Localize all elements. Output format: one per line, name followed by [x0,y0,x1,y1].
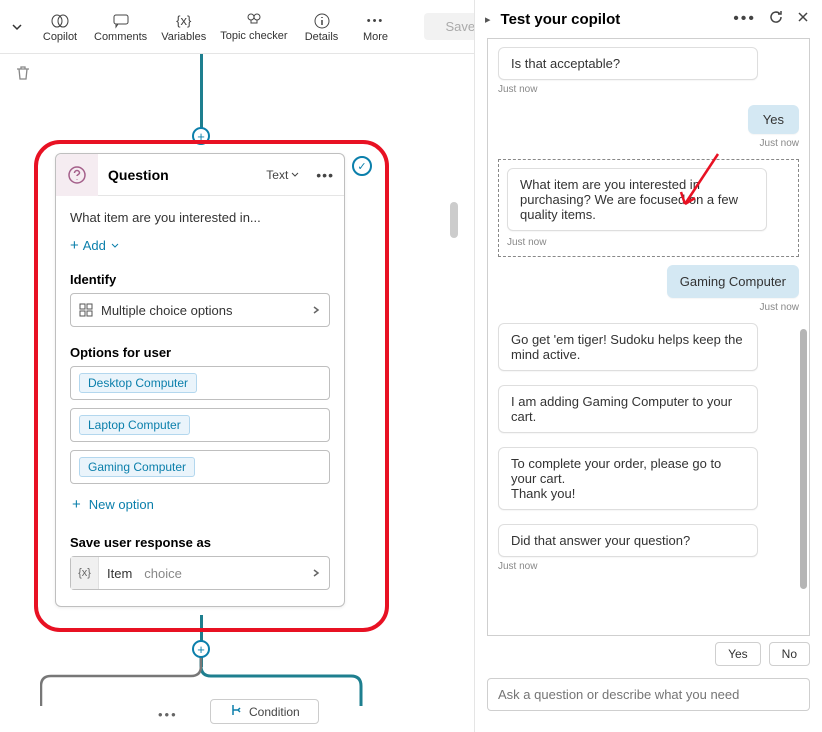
identify-selector[interactable]: Multiple choice options [70,293,330,327]
option-badge: Laptop Computer [79,415,190,435]
back-chevron[interactable] [8,21,26,33]
node-more-icon[interactable]: ••• [158,707,178,722]
copilot-button[interactable]: Copilot [40,11,80,43]
validation-check-icon: ✓ [352,156,372,176]
bot-message: To complete your order, please go to you… [498,447,758,510]
panel-title: Test your copilot [501,11,724,28]
options-label: Options for user [70,345,330,360]
user-message: Gaming Computer [667,265,799,298]
copilot-icon [51,11,69,31]
details-label: Details [305,31,339,43]
comments-label: Comments [94,31,147,43]
question-icon [56,154,98,196]
bot-message: What item are you interested in purchasi… [507,168,767,231]
timestamp: Just now [498,84,799,95]
panel-more-icon[interactable]: ••• [731,8,758,30]
test-panel: ▸ Test your copilot ••• Is that acceptab… [474,0,822,732]
option-badge: Desktop Computer [79,373,197,393]
more-label: More [363,31,388,43]
scrollbar-vertical[interactable] [450,202,458,238]
question-more-icon[interactable]: ••• [306,167,344,183]
option-item[interactable]: Laptop Computer [70,408,330,442]
question-type-selector[interactable]: Text [260,168,306,182]
question-node[interactable]: Question Text ••• What item are you inte… [55,153,345,607]
variable-selector[interactable]: {x} Item choice [70,556,330,590]
condition-node[interactable]: Condition [210,699,319,724]
option-item[interactable]: Gaming Computer [70,450,330,484]
chevron-right-icon [311,303,321,318]
bot-message: Go get 'em tiger! Sudoku helps keep the … [498,323,758,371]
flow-branch [40,656,370,706]
trace-group: What item are you interested in purchasi… [498,159,799,257]
variables-label: Variables [161,31,206,43]
trash-icon[interactable] [14,64,32,87]
variable-name: Item [99,566,140,581]
suggested-replies: Yes No [475,636,822,672]
identify-value: Multiple choice options [101,303,233,318]
flow-line [200,54,203,132]
bot-message: Is that acceptable? [498,47,758,80]
copilot-label: Copilot [43,31,77,43]
details-icon [313,11,331,31]
close-icon[interactable] [794,8,812,31]
save-response-label: Save user response as [70,535,330,550]
option-badge: Gaming Computer [79,457,195,477]
timestamp: Just now [498,561,799,572]
timestamp: Just now [507,237,790,248]
panel-header: ▸ Test your copilot ••• [475,0,822,38]
add-node-button[interactable]: + [192,640,210,658]
refresh-icon[interactable] [766,7,786,32]
new-option-button[interactable]: +New option [70,492,330,517]
variable-type: choice [140,566,186,581]
comments-button[interactable]: Comments [94,11,147,43]
variables-button[interactable]: {x} Variables [161,11,206,43]
question-message[interactable]: What item are you interested in... [70,210,330,225]
condition-icon [229,703,243,720]
comments-icon [112,11,130,31]
condition-label: Condition [249,705,300,719]
question-title: Question [98,167,260,183]
more-icon: ••• [367,11,385,31]
topic-checker-icon [245,11,263,31]
timestamp: Just now [498,302,799,313]
bot-message: Did that answer your question? [498,524,758,557]
suggest-yes-button[interactable]: Yes [715,642,761,666]
chevron-right-icon [311,566,329,581]
timestamp: Just now [498,138,799,149]
collapse-icon[interactable]: ▸ [485,13,491,26]
add-node-button[interactable]: + [192,127,210,145]
more-button[interactable]: ••• More [356,11,396,43]
user-message: Yes [748,105,799,134]
chat-area: Is that acceptable? Just now Yes Just no… [487,38,810,636]
add-button[interactable]: +Add [70,237,330,254]
question-header: Question Text ••• [56,154,344,196]
variable-icon: {x} [71,557,99,589]
grid-icon [79,303,93,317]
bot-message: I am adding Gaming Computer to your cart… [498,385,758,433]
identify-label: Identify [70,272,330,287]
topic-checker-button[interactable]: Topic checker [220,11,287,42]
option-item[interactable]: Desktop Computer [70,366,330,400]
suggest-no-button[interactable]: No [769,642,810,666]
details-button[interactable]: Details [302,11,342,43]
variables-icon: {x} [176,11,191,31]
chat-input[interactable] [487,678,810,711]
topic-checker-label: Topic checker [220,31,287,42]
